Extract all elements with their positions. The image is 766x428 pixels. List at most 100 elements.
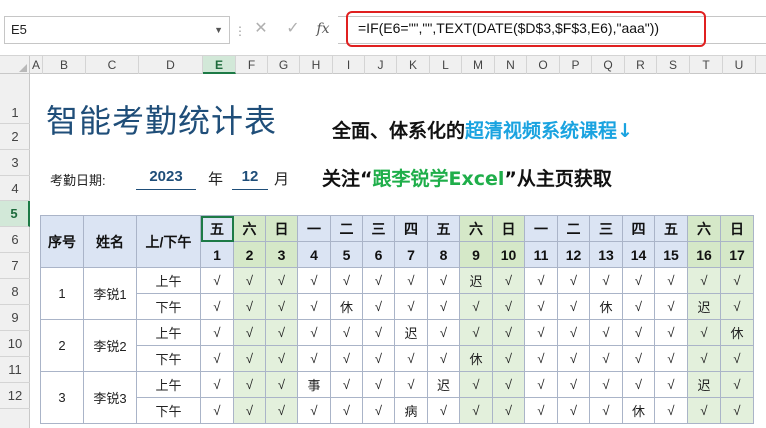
attendance-cell[interactable]: √ xyxy=(654,397,688,424)
attendance-cell[interactable]: √ xyxy=(427,397,460,424)
attendance-cell[interactable]: 迟 xyxy=(687,371,721,398)
attendance-cell[interactable]: √ xyxy=(330,397,363,424)
attendance-cell[interactable]: √ xyxy=(557,293,590,320)
weekday-cell[interactable]: 一 xyxy=(524,215,558,242)
attendance-cell[interactable]: √ xyxy=(687,319,721,346)
attendance-cell[interactable]: 病 xyxy=(394,397,428,424)
month-value[interactable]: 12 xyxy=(232,166,268,190)
day-cell[interactable]: 16 xyxy=(687,241,721,268)
worksheet[interactable]: 智能考勤统计表 全面、体系化的超清视频系统课程↓ 关注“跟李锐学Excel”从主… xyxy=(30,74,766,428)
person-name-cell[interactable]: 李锐2 xyxy=(83,319,137,372)
shift-pm-cell[interactable]: 下午 xyxy=(136,397,201,424)
attendance-cell[interactable]: √ xyxy=(362,371,395,398)
attendance-cell[interactable]: √ xyxy=(492,345,525,372)
day-cell[interactable]: 7 xyxy=(394,241,428,268)
attendance-cell[interactable]: √ xyxy=(233,371,266,398)
day-cell[interactable]: 4 xyxy=(297,241,331,268)
attendance-cell[interactable]: √ xyxy=(233,267,266,294)
attendance-cell[interactable]: 迟 xyxy=(427,371,460,398)
weekday-cell[interactable]: 五 xyxy=(200,215,234,242)
weekday-cell[interactable]: 二 xyxy=(557,215,590,242)
day-cell[interactable]: 10 xyxy=(492,241,525,268)
attendance-cell[interactable]: √ xyxy=(459,293,493,320)
weekday-cell[interactable]: 六 xyxy=(687,215,721,242)
attendance-cell[interactable]: √ xyxy=(589,267,623,294)
attendance-cell[interactable]: √ xyxy=(459,397,493,424)
attendance-cell[interactable]: √ xyxy=(200,319,234,346)
attendance-cell[interactable]: √ xyxy=(297,345,331,372)
attendance-cell[interactable]: √ xyxy=(524,267,558,294)
day-cell[interactable]: 15 xyxy=(654,241,688,268)
attendance-cell[interactable]: √ xyxy=(589,319,623,346)
fx-icon[interactable]: fx xyxy=(310,16,336,42)
row-header-12[interactable]: 12 xyxy=(0,383,30,409)
shift-am-cell[interactable]: 上午 xyxy=(136,267,201,294)
row-header-7[interactable]: 7 xyxy=(0,253,30,279)
attendance-cell[interactable]: √ xyxy=(492,293,525,320)
attendance-cell[interactable]: √ xyxy=(622,371,655,398)
attendance-cell[interactable]: √ xyxy=(297,267,331,294)
attendance-cell[interactable]: √ xyxy=(459,319,493,346)
header-seq[interactable]: 序号 xyxy=(40,215,84,268)
attendance-cell[interactable]: √ xyxy=(265,267,298,294)
attendance-cell[interactable]: √ xyxy=(687,267,721,294)
column-header-m[interactable]: M xyxy=(462,56,495,74)
attendance-cell[interactable]: √ xyxy=(330,371,363,398)
attendance-cell[interactable]: 休 xyxy=(622,397,655,424)
attendance-cell[interactable]: √ xyxy=(362,397,395,424)
column-header-g[interactable]: G xyxy=(268,56,300,74)
column-header-f[interactable]: F xyxy=(236,56,268,74)
column-header-u[interactable]: U xyxy=(723,56,756,74)
day-cell[interactable]: 14 xyxy=(622,241,655,268)
row-header-10[interactable]: 10 xyxy=(0,331,30,357)
person-name-cell[interactable]: 李锐1 xyxy=(83,267,137,320)
day-cell[interactable]: 5 xyxy=(330,241,363,268)
shift-pm-cell[interactable]: 下午 xyxy=(136,293,201,320)
chevron-down-icon[interactable]: ▼ xyxy=(214,17,223,43)
attendance-cell[interactable]: 休 xyxy=(459,345,493,372)
attendance-cell[interactable]: √ xyxy=(330,267,363,294)
attendance-cell[interactable]: √ xyxy=(394,371,428,398)
weekday-cell[interactable]: 日 xyxy=(265,215,298,242)
attendance-cell[interactable]: √ xyxy=(200,371,234,398)
attendance-cell[interactable]: √ xyxy=(362,267,395,294)
attendance-cell[interactable]: √ xyxy=(720,293,754,320)
weekday-cell[interactable]: 日 xyxy=(492,215,525,242)
seq-cell[interactable]: 3 xyxy=(40,371,84,424)
column-header-h[interactable]: H xyxy=(300,56,333,74)
column-header-n[interactable]: N xyxy=(495,56,527,74)
day-cell[interactable]: 1 xyxy=(200,241,234,268)
attendance-cell[interactable]: √ xyxy=(330,319,363,346)
row-header-4[interactable]: 4 xyxy=(0,176,30,201)
weekday-cell[interactable]: 一 xyxy=(297,215,331,242)
attendance-cell[interactable]: √ xyxy=(524,371,558,398)
weekday-cell[interactable]: 五 xyxy=(654,215,688,242)
select-all-corner[interactable] xyxy=(0,56,30,74)
attendance-cell[interactable]: √ xyxy=(589,397,623,424)
attendance-cell[interactable]: √ xyxy=(492,267,525,294)
column-header-d[interactable]: D xyxy=(139,56,203,74)
weekday-cell[interactable]: 三 xyxy=(362,215,395,242)
attendance-cell[interactable]: √ xyxy=(297,397,331,424)
attendance-cell[interactable]: √ xyxy=(297,319,331,346)
attendance-cell[interactable]: √ xyxy=(687,345,721,372)
day-cell[interactable]: 11 xyxy=(524,241,558,268)
weekday-cell[interactable]: 四 xyxy=(394,215,428,242)
attendance-cell[interactable]: 休 xyxy=(589,293,623,320)
column-header-j[interactable]: J xyxy=(365,56,397,74)
column-header-p[interactable]: P xyxy=(560,56,592,74)
shift-pm-cell[interactable]: 下午 xyxy=(136,345,201,372)
row-header-3[interactable]: 3 xyxy=(0,150,30,176)
attendance-cell[interactable]: √ xyxy=(622,345,655,372)
attendance-cell[interactable]: √ xyxy=(200,397,234,424)
attendance-cell[interactable]: √ xyxy=(265,345,298,372)
column-header-k[interactable]: K xyxy=(397,56,430,74)
attendance-cell[interactable]: 休 xyxy=(330,293,363,320)
attendance-cell[interactable]: √ xyxy=(492,371,525,398)
attendance-cell[interactable]: √ xyxy=(524,319,558,346)
check-icon[interactable]: ✓ xyxy=(280,16,306,42)
attendance-cell[interactable]: √ xyxy=(557,397,590,424)
name-box[interactable]: E5 ▼ xyxy=(4,16,230,44)
weekday-cell[interactable]: 四 xyxy=(622,215,655,242)
close-icon[interactable]: ✕ xyxy=(248,16,274,42)
